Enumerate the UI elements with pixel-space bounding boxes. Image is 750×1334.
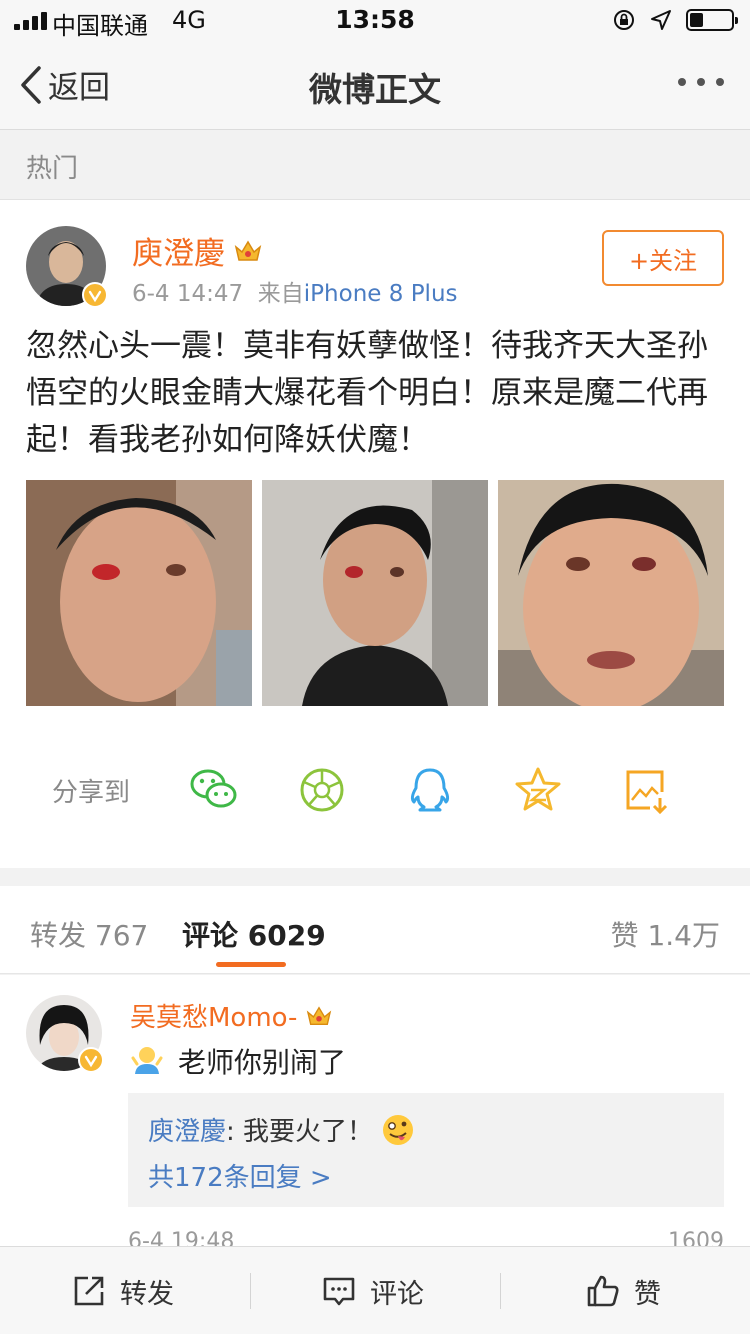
post-text: 忽然心头一震！莫非有妖孽做怪！待我齐天大圣孙悟空的火眼金睛大爆花看个明白！原来是… [26, 328, 708, 458]
comment-text: 老师你别闹了 [178, 1046, 347, 1079]
wechat-icon[interactable] [188, 764, 240, 816]
share-label: 分享到 [52, 778, 131, 808]
post-photo[interactable] [498, 480, 724, 706]
comment-like-button[interactable]: 1609 [668, 1229, 724, 1247]
divider [500, 1273, 501, 1309]
like-button[interactable]: 赞 [586, 1247, 661, 1334]
post-photo[interactable] [26, 480, 252, 706]
post-stats-tabs: 转发 767 评论 6029 赞 1.4万 [0, 886, 750, 974]
post-source[interactable]: iPhone 8 Plus [304, 281, 458, 307]
reply-author[interactable]: 庾澄慶 [148, 1117, 226, 1147]
post-time: 6-4 14:47 [132, 281, 244, 307]
reply-line: 庾澄慶: 我要火了！ [148, 1111, 415, 1148]
comment-item: 吴莫愁Momo- 老师你别闹了 庾澄慶: 我要火了！ 共172条回复 > 6-4 [0, 975, 750, 1247]
post-photo[interactable] [262, 480, 488, 706]
section-label: 热门 [26, 154, 79, 184]
reply-text: : 我要火了！ [226, 1117, 374, 1147]
qq-icon[interactable] [404, 764, 456, 816]
comment-time: 6-4 19:48 [128, 1229, 235, 1247]
verified-badge-icon [78, 1047, 104, 1073]
verified-badge-icon [82, 282, 108, 308]
location-icon [651, 10, 671, 30]
share-row: 分享到 [0, 760, 750, 820]
page-title: 微博正文 [309, 70, 441, 109]
vip-crown-icon [307, 1005, 332, 1025]
more-options-button[interactable] [678, 78, 724, 86]
repost-button[interactable]: 转发 [72, 1247, 174, 1334]
post-meta: 6-4 14:47 来自iPhone 8 Plus [132, 274, 458, 308]
tab-likes[interactable]: 赞 1.4万 [611, 914, 720, 954]
comment-footer: 6-4 19:48 1609 [128, 1229, 724, 1247]
nav-bar: 返回 微博正文 [0, 40, 750, 130]
qzone-icon[interactable] [512, 764, 564, 816]
battery-icon [686, 9, 738, 31]
comment-like-count: 1609 [668, 1229, 724, 1247]
reply-preview[interactable]: 庾澄慶: 我要火了！ 共172条回复 > [128, 1093, 724, 1207]
follow-button[interactable]: +关注 [602, 230, 724, 286]
divider [250, 1273, 251, 1309]
like-label: 赞 [634, 1278, 661, 1310]
shrug-emoji-icon [131, 1047, 163, 1074]
status-bar: 中国联通 4G 13:58 [0, 0, 750, 40]
comment-author-avatar[interactable] [26, 995, 104, 1073]
thumbs-up-icon [587, 1275, 619, 1307]
vip-crown-icon [234, 240, 262, 261]
moments-icon[interactable] [296, 764, 348, 816]
post-author-avatar[interactable] [26, 226, 108, 308]
bottom-action-bar: 转发 评论 赞 [0, 1246, 750, 1334]
tongue-emoji-icon [383, 1114, 414, 1145]
repost-icon [74, 1276, 104, 1306]
comment-text-row: 老师你别闹了 [130, 1041, 346, 1081]
comment-author-name[interactable]: 吴莫愁Momo- [130, 997, 333, 1034]
comment-icon [323, 1277, 355, 1306]
comment-author-text: 吴莫愁Momo- [130, 1003, 298, 1033]
author-name-text: 庾澄慶 [132, 236, 225, 272]
orientation-lock-icon [614, 10, 634, 30]
comment-button[interactable]: 评论 [322, 1247, 424, 1334]
post-author-name[interactable]: 庾澄慶 [132, 228, 263, 273]
post-photo-grid [26, 480, 724, 706]
post-card: 庾澄慶 6-4 14:47 来自iPhone 8 Plus +关注 忽然心头一震… [0, 200, 750, 868]
source-prefix: 来自 [257, 281, 304, 307]
repost-label: 转发 [120, 1278, 174, 1310]
active-tab-indicator [216, 962, 286, 967]
tab-repost[interactable]: 转发 767 [30, 914, 148, 954]
comment-label: 评论 [370, 1278, 424, 1310]
save-image-icon[interactable] [620, 764, 672, 816]
section-header: 热门 [0, 130, 750, 200]
tab-comments[interactable]: 评论 6029 [182, 914, 326, 954]
view-replies-link[interactable]: 共172条回复 > [148, 1157, 332, 1194]
